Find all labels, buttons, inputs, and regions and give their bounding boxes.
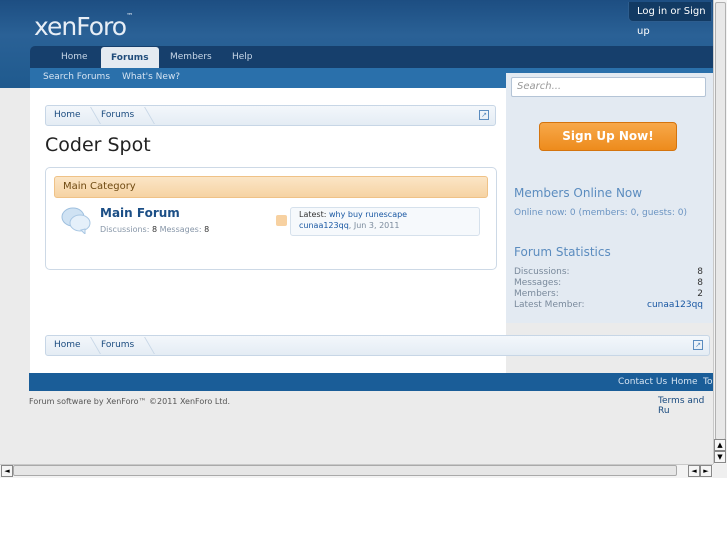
latest-user-link[interactable]: cunaa123qq [299, 221, 349, 230]
scroll-down-button[interactable]: ▼ [714, 451, 726, 463]
tab-members[interactable]: Members [160, 46, 222, 68]
stat-label: Messages: [514, 278, 562, 288]
search-input[interactable]: Search... [511, 77, 706, 97]
nav-tabs: Home Forums Members Help [30, 46, 713, 68]
rss-icon[interactable] [276, 215, 287, 226]
vertical-scroll-thumb[interactable] [715, 2, 726, 440]
latest-date: , Jun 3, 2011 [348, 221, 400, 230]
stat-members: Members: 2 [514, 289, 703, 299]
breadcrumb-separator [131, 107, 155, 124]
breadcrumb: Home Forums ↗ [45, 105, 496, 126]
jump-to-icon[interactable]: ↗ [479, 110, 489, 120]
stat-messages: Messages: 8 [514, 278, 703, 288]
login-signup-link[interactable]: Log in or Sign up [628, 2, 712, 37]
stat-label: Members: [514, 289, 559, 299]
latest-post-line: Latest: why buy runescape [299, 210, 471, 219]
browser-viewport: xenForo™ Log in or Sign up Home Forums M… [0, 0, 713, 464]
scroll-left-button-right[interactable]: ◄ [688, 465, 700, 477]
whats-new-link[interactable]: What's New? [122, 68, 180, 86]
scrollbar-corner [713, 464, 727, 478]
latest-label: Latest: [299, 210, 327, 219]
stat-value: 2 [697, 289, 703, 299]
search-forums-link[interactable]: Search Forums [43, 68, 110, 86]
stat-label: Latest Member: [514, 300, 585, 310]
members-online-text: Online now: 0 (members: 0, guests: 0) [514, 208, 688, 218]
breadcrumb-bottom: Home Forums ↗ [45, 335, 710, 356]
blank-area [0, 478, 727, 545]
breadcrumb-home[interactable]: Home [54, 106, 81, 125]
terms-link[interactable]: Terms and Ru [658, 396, 713, 416]
breadcrumb-forums[interactable]: Forums [101, 336, 134, 355]
category-header[interactable]: Main Category [54, 176, 488, 198]
latest-member-link[interactable]: cunaa123qq [647, 300, 703, 310]
page-title: Coder Spot [45, 134, 151, 156]
stat-discussions: Discussions: 8 [514, 267, 703, 277]
scroll-up-button[interactable]: ▲ [714, 439, 726, 451]
messages-label: Messages: [159, 225, 202, 234]
footer-bar: Contact Us Home To [29, 373, 713, 391]
breadcrumb-home[interactable]: Home [54, 336, 81, 355]
tab-help[interactable]: Help [222, 46, 263, 68]
horizontal-scroll-thumb[interactable] [13, 465, 677, 476]
stat-value: 8 [697, 278, 703, 288]
latest-post: Latest: why buy runescape cunaa123qq, Ju… [290, 207, 480, 236]
forum-statistics-heading: Forum Statistics [514, 245, 611, 259]
jump-to-icon[interactable]: ↗ [693, 340, 703, 350]
site-logo[interactable]: xenForo™ [34, 12, 133, 41]
scroll-left-button[interactable]: ◄ [1, 465, 13, 477]
scroll-right-button[interactable]: ► [700, 465, 712, 477]
stat-value: 8 [697, 267, 703, 277]
breadcrumb-forums[interactable]: Forums [101, 106, 134, 125]
forum-stats: Discussions: 8 Messages: 8 [100, 225, 209, 234]
members-online-heading[interactable]: Members Online Now [514, 186, 642, 200]
stat-label: Discussions: [514, 267, 570, 277]
tab-forums[interactable]: Forums [101, 47, 159, 68]
latest-thread-link[interactable]: why buy runescape [329, 210, 407, 219]
breadcrumb-separator [131, 337, 155, 354]
footer-contact-link[interactable]: Contact Us [618, 373, 667, 391]
forum-title-link[interactable]: Main Forum [100, 206, 180, 220]
discussions-count: 8 [151, 225, 158, 234]
latest-post-meta: cunaa123qq, Jun 3, 2011 [299, 221, 471, 230]
footer-top-link[interactable]: To [703, 373, 712, 391]
footer-home-link[interactable]: Home [671, 373, 698, 391]
tab-home[interactable]: Home [51, 46, 98, 68]
copyright-text: Forum software by XenForo™ ©2011 XenForo… [29, 397, 231, 406]
signup-button[interactable]: Sign Up Now! [539, 122, 677, 151]
forum-bubble-icon [61, 207, 91, 234]
messages-count: 8 [204, 225, 210, 234]
discussions-label: Discussions: [100, 225, 150, 234]
stat-latest-member: Latest Member: cunaa123qq [514, 300, 703, 310]
